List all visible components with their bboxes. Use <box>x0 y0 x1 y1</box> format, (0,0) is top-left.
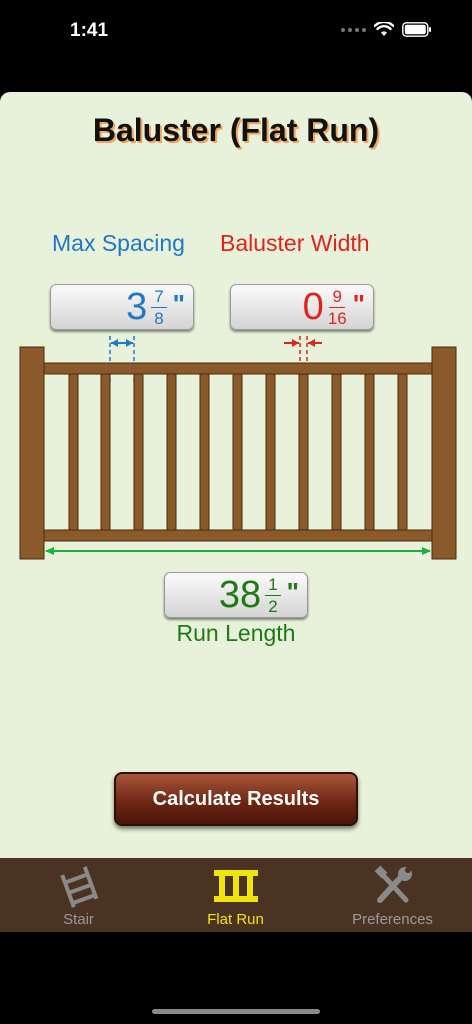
calculate-results-button[interactable]: Calculate Results <box>114 772 358 826</box>
baluster-width-denominator: 16 <box>327 308 347 328</box>
baluster-width-unit: " <box>352 289 365 319</box>
run-length-unit: " <box>286 577 299 607</box>
baluster-width-numerator: 9 <box>329 288 345 308</box>
max-spacing-numerator: 7 <box>151 288 167 308</box>
run-length-indicator <box>45 547 431 555</box>
max-spacing-unit: " <box>172 289 185 319</box>
tab-flat-run[interactable]: Flat Run <box>157 858 314 932</box>
run-length-whole: 38 <box>218 574 262 616</box>
status-time: 1:41 <box>70 20 109 41</box>
baluster-width-whole: 0 <box>302 286 324 328</box>
baluster-width-button[interactable]: 0 9 16 " <box>230 284 374 330</box>
run-length-label: Run Length <box>176 620 296 646</box>
tab-preferences-label: Preferences <box>352 911 433 928</box>
status-bar: 1:41 <box>0 0 472 64</box>
run-length-numerator: 1 <box>265 576 281 596</box>
page-title: Baluster (Flat Run) <box>92 112 380 148</box>
home-indicator <box>152 1009 320 1014</box>
tools-icon <box>374 865 412 903</box>
tab-flat-run-label: Flat Run <box>207 911 264 928</box>
max-spacing-whole: 3 <box>126 286 148 328</box>
status-icons <box>341 22 432 37</box>
run-length-denominator: 2 <box>268 596 278 616</box>
max-spacing-fraction: 7 8 <box>151 288 167 328</box>
run-length-button[interactable]: 38 1 2 " <box>164 572 308 618</box>
max-spacing-button[interactable]: 3 7 8 " <box>50 284 194 330</box>
railing-diagram <box>19 336 457 560</box>
baluster-width-label: Baluster Width <box>220 230 370 256</box>
run-length-fraction: 1 2 <box>265 576 281 616</box>
tab-stair[interactable]: Stair <box>0 858 157 932</box>
signal-icon <box>341 27 366 32</box>
stair-icon <box>59 866 98 908</box>
max-spacing-denominator: 8 <box>154 308 164 328</box>
baluster-width-fraction: 9 16 <box>328 288 347 327</box>
flat-run-icon <box>213 870 258 902</box>
wifi-icon <box>374 22 394 37</box>
tab-bar: Stair Flat Run Preferences <box>0 858 472 932</box>
railing-frame <box>19 346 457 560</box>
spacing-indicator <box>109 336 135 382</box>
tab-preferences[interactable]: Preferences <box>314 858 471 932</box>
battery-icon <box>402 22 432 37</box>
tab-stair-label: Stair <box>63 911 94 928</box>
max-spacing-label: Max Spacing <box>52 230 185 256</box>
